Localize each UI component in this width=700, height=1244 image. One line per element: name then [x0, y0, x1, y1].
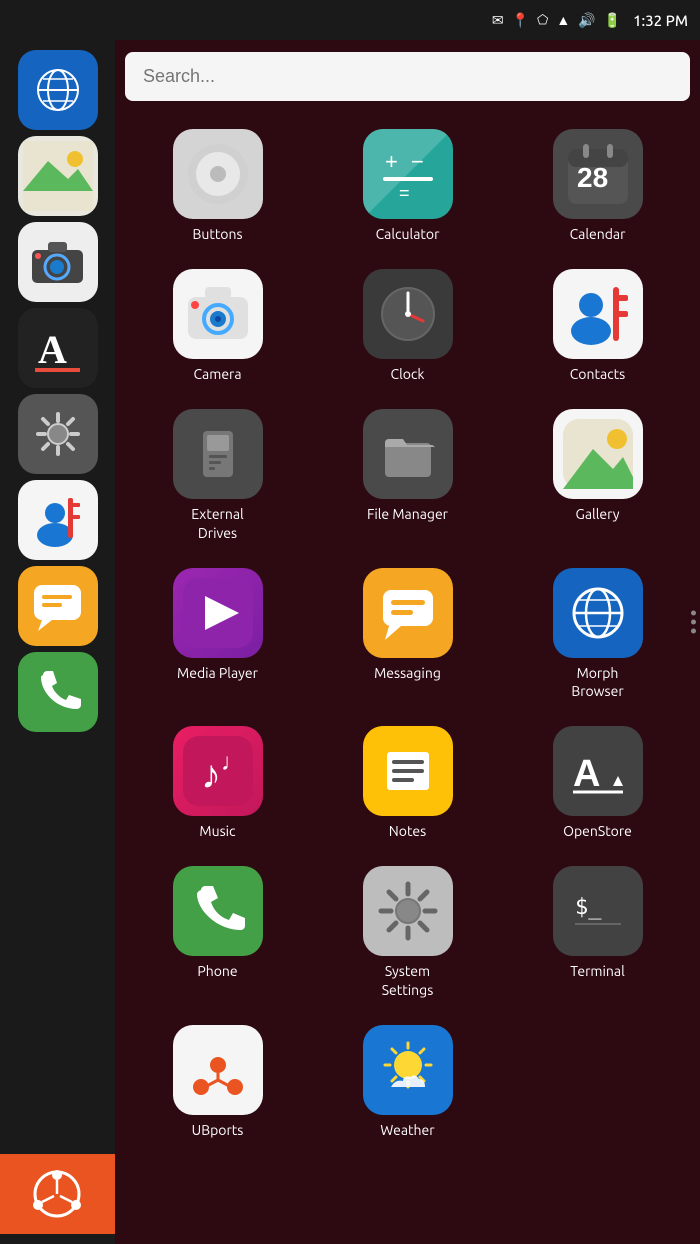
app-label-media-player: Media Player	[177, 664, 258, 682]
sidebar-item-morph-browser[interactable]	[18, 50, 98, 130]
scroll-dot-3	[691, 629, 696, 634]
location-icon: 📍	[512, 12, 529, 29]
app-label-openstore: OpenStore	[563, 822, 632, 840]
app-label-calculator: Calculator	[376, 225, 440, 243]
app-item-contacts[interactable]: Contacts	[505, 261, 690, 391]
app-icon-system-settings	[363, 866, 453, 956]
app-label-buttons: Buttons	[192, 225, 242, 243]
scrollbar	[691, 611, 696, 634]
app-item-gallery[interactable]: Gallery	[505, 401, 690, 549]
svg-text:A: A	[573, 753, 600, 795]
app-label-phone: Phone	[197, 962, 237, 980]
app-icon-terminal: $_	[553, 866, 643, 956]
app-icon-messaging	[363, 568, 453, 658]
status-bar: ✉ 📍 ⬠ ▲ 🔊 🔋 1:32 PM	[0, 0, 700, 40]
ubuntu-button[interactable]	[0, 1154, 115, 1234]
scroll-dot-1	[691, 611, 696, 616]
app-icon-notes	[363, 726, 453, 816]
status-time: 1:32 PM	[633, 12, 688, 29]
app-icon-calculator: + − =	[363, 129, 453, 219]
svg-text:+: +	[385, 149, 398, 174]
wifi-icon: ▲	[556, 12, 570, 28]
svg-text:28: 28	[577, 162, 608, 193]
app-icon-camera	[173, 269, 263, 359]
app-item-buttons[interactable]: Buttons	[125, 121, 310, 251]
app-icon-file-manager	[363, 409, 453, 499]
app-label-ubports: UBports	[192, 1121, 244, 1139]
app-label-external-drives: External Drives	[191, 505, 243, 541]
app-label-terminal: Terminal	[570, 962, 625, 980]
app-icon-phone	[173, 866, 263, 956]
svg-text:$_: $_	[575, 895, 602, 920]
app-label-gallery: Gallery	[576, 505, 620, 523]
app-icon-calendar: 28	[553, 129, 643, 219]
app-label-camera: Camera	[193, 365, 241, 383]
app-item-media-player[interactable]: Media Player	[125, 560, 310, 708]
app-item-file-manager[interactable]: File Manager	[315, 401, 500, 549]
svg-text:♪: ♪	[201, 752, 221, 797]
bluetooth-icon: ⬠	[537, 13, 548, 28]
app-item-clock[interactable]: Clock	[315, 261, 500, 391]
app-icon-ubports	[173, 1025, 263, 1115]
app-item-music[interactable]: ♪ ♩ Music	[125, 718, 310, 848]
sidebar-item-font-viewer[interactable]: A	[18, 308, 98, 388]
app-item-terminal[interactable]: $_ Terminal	[505, 858, 690, 1006]
app-label-morph-browser: Morph Browser	[571, 664, 623, 700]
app-icon-morph-browser	[553, 568, 643, 658]
app-grid: Buttons + − = Calculator 28	[125, 121, 690, 1167]
app-item-ubports[interactable]: UBports	[125, 1017, 310, 1147]
app-label-weather: Weather	[380, 1121, 434, 1139]
app-item-notes[interactable]: Notes	[315, 718, 500, 848]
scroll-dot-2	[691, 620, 696, 625]
app-label-notes: Notes	[389, 822, 426, 840]
svg-text:A: A	[38, 327, 67, 372]
app-icon-media-player	[173, 568, 263, 658]
app-icon-music: ♪ ♩	[173, 726, 263, 816]
sidebar-item-contacts[interactable]	[18, 480, 98, 560]
app-icon-openstore: A	[553, 726, 643, 816]
app-label-system-settings: System Settings	[382, 962, 434, 998]
app-item-messaging[interactable]: Messaging	[315, 560, 500, 708]
main-content: Buttons + − = Calculator 28	[115, 40, 700, 1244]
svg-text:=: =	[399, 183, 410, 203]
svg-text:−: −	[411, 149, 424, 174]
app-item-morph-browser[interactable]: Morph Browser	[505, 560, 690, 708]
app-label-clock: Clock	[390, 365, 424, 383]
battery-icon: 🔋	[604, 12, 621, 29]
app-item-external-drives[interactable]: External Drives	[125, 401, 310, 549]
app-icon-weather	[363, 1025, 453, 1115]
volume-icon: 🔊	[578, 12, 595, 29]
svg-text:♩: ♩	[221, 750, 245, 776]
app-icon-clock	[363, 269, 453, 359]
search-input[interactable]	[125, 52, 690, 101]
sidebar-item-camera[interactable]	[18, 222, 98, 302]
sidebar-item-system-settings[interactable]	[18, 394, 98, 474]
sidebar-item-messaging[interactable]	[18, 566, 98, 646]
sidebar-item-phone[interactable]	[18, 652, 98, 732]
mail-icon: ✉	[492, 12, 504, 29]
sidebar-item-gallery[interactable]	[18, 136, 98, 216]
sidebar: A	[0, 40, 115, 1244]
app-item-camera[interactable]: Camera	[125, 261, 310, 391]
app-icon-gallery	[553, 409, 643, 499]
app-item-phone[interactable]: Phone	[125, 858, 310, 1006]
app-label-messaging: Messaging	[374, 664, 441, 682]
app-label-file-manager: File Manager	[367, 505, 448, 523]
app-label-music: Music	[199, 822, 235, 840]
app-item-calculator[interactable]: + − = Calculator	[315, 121, 500, 251]
app-icon-buttons	[173, 129, 263, 219]
app-icon-contacts	[553, 269, 643, 359]
app-label-calendar: Calendar	[570, 225, 626, 243]
app-item-system-settings[interactable]: System Settings	[315, 858, 500, 1006]
app-icon-external-drives	[173, 409, 263, 499]
app-label-contacts: Contacts	[570, 365, 626, 383]
app-item-openstore[interactable]: A OpenStore	[505, 718, 690, 848]
app-item-weather[interactable]: Weather	[315, 1017, 500, 1147]
app-item-calendar[interactable]: 28 Calendar	[505, 121, 690, 251]
